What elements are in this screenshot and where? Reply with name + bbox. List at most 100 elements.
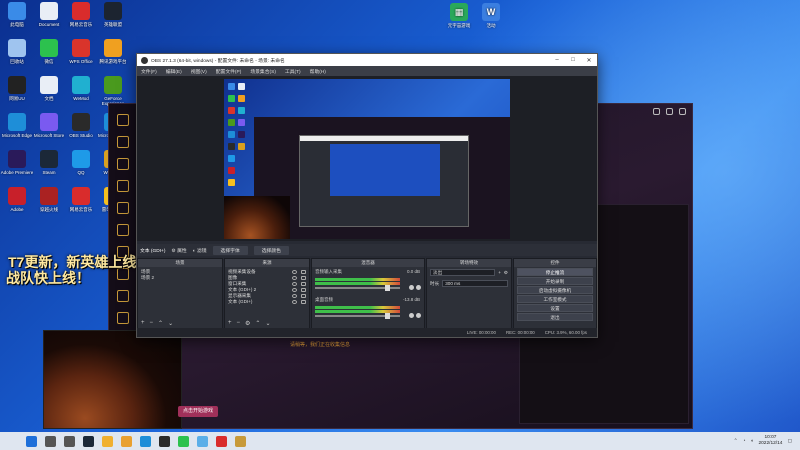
desktop-icon[interactable]: QQ <box>64 150 98 180</box>
obs-preview-area[interactable] <box>137 76 597 241</box>
remove-icon[interactable]: − <box>150 320 154 327</box>
menu-file[interactable]: 文件(F) <box>141 68 157 75</box>
select-color-button[interactable]: 选择颜色 <box>253 245 289 255</box>
minimize-icon[interactable] <box>666 108 673 115</box>
sidebar-icon[interactable] <box>116 312 129 324</box>
desktop-icon[interactable]: 此电脑 <box>0 2 34 32</box>
settings-button[interactable]: 设置 <box>517 304 593 312</box>
lock-icon[interactable] <box>301 282 306 286</box>
obs-preview-canvas[interactable] <box>224 79 510 239</box>
sidebar-icon[interactable] <box>116 114 129 126</box>
sidebar-icon[interactable] <box>116 202 129 214</box>
start-icon[interactable] <box>26 435 37 447</box>
app-icon[interactable] <box>197 435 208 447</box>
add-icon[interactable]: + <box>228 320 232 327</box>
obs-icon[interactable] <box>159 435 170 447</box>
scene-item[interactable]: 场景 2 <box>141 275 219 281</box>
volume-slider[interactable] <box>315 285 400 291</box>
desktop-icon[interactable]: Microsoft Edge <box>0 113 34 143</box>
desktop-icon[interactable]: 文档 <box>32 76 66 106</box>
desktop-icon[interactable]: WeMod <box>64 76 98 106</box>
lock-icon[interactable] <box>301 294 306 298</box>
obs-window[interactable]: OBS 27.1.3 (64-bit, windows) - 配置文件: 未命名… <box>136 53 598 338</box>
lock-icon[interactable] <box>301 270 306 274</box>
sidebar-icon[interactable] <box>116 224 129 236</box>
visibility-icon[interactable] <box>292 288 297 292</box>
add-icon[interactable]: + <box>498 270 501 275</box>
down-icon[interactable]: ⌄ <box>168 320 173 327</box>
transition-type-select[interactable]: 淡出 <box>430 269 496 276</box>
steam-icon[interactable] <box>83 435 94 447</box>
obs-title-bar[interactable]: OBS 27.1.3 (64-bit, windows) - 配置文件: 未命名… <box>137 54 597 66</box>
desktop-icon[interactable]: 网易云音乐 <box>64 2 98 32</box>
visibility-icon[interactable] <box>292 300 297 304</box>
exit-button[interactable]: 退出 <box>517 313 593 321</box>
desktop-icon[interactable]: 英雄联盟 <box>96 2 130 32</box>
menu-edit[interactable]: 编辑(E) <box>166 68 182 75</box>
close-icon[interactable]: ✕ <box>581 57 597 64</box>
desktop-icon[interactable]: Steam <box>32 150 66 180</box>
select-font-button[interactable]: 选择字体 <box>212 245 248 255</box>
visibility-icon[interactable] <box>292 276 297 280</box>
visibility-icon[interactable] <box>292 294 297 298</box>
gear-icon[interactable] <box>416 285 421 290</box>
slider-knob[interactable] <box>385 285 390 291</box>
desktop-icon[interactable]: GeForce Experience <box>96 76 130 106</box>
gear-icon[interactable] <box>416 313 421 318</box>
visibility-icon[interactable] <box>292 282 297 286</box>
task-view-icon[interactable] <box>64 435 75 447</box>
desktop-icon[interactable]: Microsoft Store <box>32 113 66 143</box>
slider-knob[interactable] <box>385 313 390 319</box>
sidebar-icon[interactable] <box>116 158 129 170</box>
speaker-icon[interactable] <box>409 313 414 318</box>
lock-icon[interactable] <box>301 276 306 280</box>
menu-view[interactable]: 视图(V) <box>191 68 207 75</box>
up-icon[interactable]: ⌃ <box>255 320 260 327</box>
desktop-icon[interactable]: Document <box>32 2 66 32</box>
up-icon[interactable]: ⌃ <box>158 320 163 327</box>
desktop-icon[interactable]: 网易云音乐 <box>64 187 98 217</box>
netease-music-icon[interactable] <box>216 435 227 447</box>
remove-icon[interactable]: − <box>237 320 241 327</box>
volume-slider[interactable] <box>315 313 400 319</box>
desktop-icon[interactable]: 网易UU <box>0 76 34 106</box>
network-icon[interactable]: ◔ <box>743 439 746 444</box>
desktop-icon-spreadsheet[interactable]: ▦ 元宇宙游戏 <box>442 3 476 33</box>
duration-input[interactable]: 300 ms <box>442 280 508 287</box>
sidebar-icon[interactable] <box>116 136 129 148</box>
source-item[interactable]: 文本 (GDI+) <box>228 299 306 305</box>
desktop-icon[interactable]: 微信 <box>32 39 66 69</box>
desktop-icon[interactable]: Adobe <box>0 187 34 217</box>
gear-icon[interactable]: ⚙ <box>245 320 250 327</box>
sidebar-icon[interactable] <box>116 180 129 192</box>
desktop-icon[interactable]: OBS Studio <box>64 113 98 143</box>
file-icon[interactable] <box>121 435 132 447</box>
store-icon[interactable] <box>140 435 151 447</box>
volume-icon[interactable]: ◖ <box>751 439 754 444</box>
chevron-up-icon[interactable]: ⌃ <box>734 439 738 444</box>
wechat-icon[interactable] <box>178 435 189 447</box>
lock-icon[interactable] <box>301 300 306 304</box>
search-icon[interactable] <box>45 435 56 447</box>
virtual-camera-button[interactable]: 启动虚拟摄像机 <box>517 286 593 294</box>
add-icon[interactable]: + <box>141 320 145 327</box>
close-icon[interactable] <box>679 108 686 115</box>
stop-streaming-button[interactable]: 停止推流 <box>517 268 593 276</box>
menu-profile[interactable]: 配置文件(P) <box>216 68 242 75</box>
lock-icon[interactable] <box>301 288 306 292</box>
down-icon[interactable]: ⌄ <box>265 320 270 327</box>
menu-tools[interactable]: 工具(T) <box>285 68 301 75</box>
gear-icon[interactable]: ⚙ <box>504 270 508 276</box>
studio-mode-button[interactable]: 工作室模式 <box>517 295 593 303</box>
sidebar-icon[interactable] <box>116 290 129 302</box>
start-recording-button[interactable]: 开始录制 <box>517 277 593 285</box>
taskbar-clock[interactable]: 10:07 2022/12/14 <box>758 435 782 447</box>
game-icon[interactable] <box>235 435 246 447</box>
settings-icon[interactable] <box>653 108 660 115</box>
properties-button[interactable]: ⚙ 属性 <box>171 247 186 254</box>
notification-icon[interactable]: ▢ <box>787 439 792 444</box>
desktop-icon-doc[interactable]: W 活动 <box>474 3 508 33</box>
speaker-icon[interactable] <box>409 285 414 290</box>
desktop-icon[interactable]: Adobe Premiere <box>0 150 34 180</box>
desktop-icon[interactable]: 回收站 <box>0 39 34 69</box>
